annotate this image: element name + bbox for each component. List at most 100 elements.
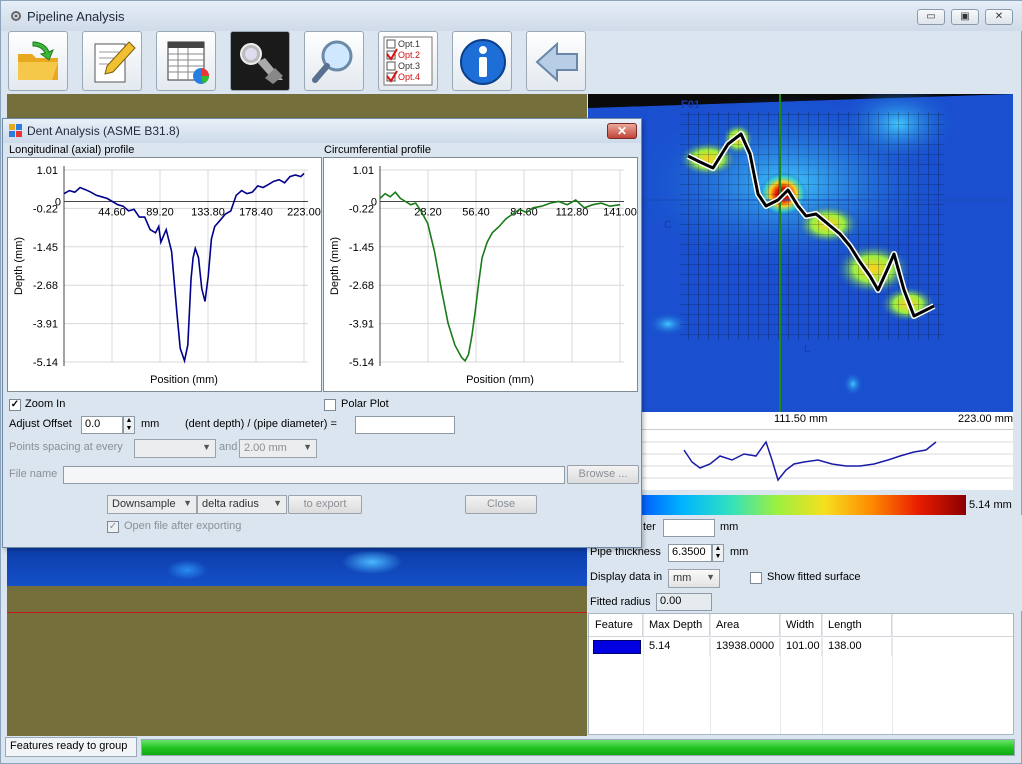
- circ-ytick: -2.68: [349, 280, 374, 292]
- axial-xlabel: Position (mm): [150, 374, 218, 386]
- zoom-button[interactable]: [304, 31, 364, 91]
- display-unit-select[interactable]: mm ▼: [668, 569, 720, 588]
- axial-xtick: 133.80: [191, 207, 225, 219]
- status-text: Features ready to group: [5, 737, 137, 757]
- file-name-input[interactable]: [63, 466, 565, 484]
- analysis-controls: ter mm Pipe thickness 6.3500 ▲ ▼ mm Displ…: [588, 515, 1022, 611]
- colorbar-max-label: 5.14 mm: [969, 499, 1012, 511]
- close-button[interactable]: Close: [465, 495, 537, 514]
- zoom-in-label: Zoom In: [25, 398, 66, 410]
- zoom-in-checkbox[interactable]: ✓: [9, 399, 21, 411]
- dent-heatmap[interactable]: F01 C L: [588, 94, 1013, 412]
- magnifier-icon: [312, 40, 353, 83]
- heatmap-canvas: F01 C L: [588, 94, 1013, 412]
- downsample-select[interactable]: Downsample ▼: [107, 495, 197, 514]
- progress-fill: [142, 740, 1014, 755]
- col-length[interactable]: Length: [822, 614, 892, 636]
- axial-ytick: -3.91: [33, 319, 58, 331]
- feature-color-swatch: [593, 640, 641, 654]
- circ-zero-label: 0: [371, 197, 377, 209]
- options-button[interactable]: Opt.1 Opt.2 Opt.3 Opt.4: [378, 31, 438, 91]
- show-fitted-checkbox[interactable]: [750, 572, 762, 584]
- circ-xtick: 141.00: [603, 207, 637, 219]
- cell-width: 101.00: [780, 638, 822, 656]
- opt3-label: Opt.3: [398, 61, 420, 71]
- info-icon: [460, 39, 506, 85]
- polar-plot-checkbox[interactable]: [324, 399, 336, 411]
- grid-divider: [892, 614, 893, 734]
- edit-pencil-icon: [94, 41, 136, 83]
- axial-xtick: 89.20: [146, 207, 174, 219]
- col-width[interactable]: Width: [780, 614, 822, 636]
- close-window-button[interactable]: ✕: [985, 9, 1013, 25]
- search-all-button[interactable]: [230, 31, 290, 91]
- app-icon: [9, 9, 23, 23]
- grid-divider: [643, 614, 644, 734]
- spacing-value-select[interactable]: 2.00 mm ▼: [239, 439, 317, 458]
- axial-ytick: -5.14: [33, 357, 58, 369]
- export-button[interactable]: to export: [288, 495, 362, 514]
- info-button[interactable]: [452, 31, 512, 91]
- axial-xtick: 44.60: [98, 207, 126, 219]
- thickness-spinner[interactable]: ▲ ▼: [712, 544, 724, 562]
- pipe-reference-line: [7, 612, 587, 613]
- open-file-button[interactable]: [8, 31, 68, 91]
- circ-xlabel: Position (mm): [466, 374, 534, 386]
- chevron-down-icon: ▼: [202, 442, 211, 452]
- delta-radius-value: delta radius: [202, 498, 259, 510]
- diameter-label: ter: [643, 521, 656, 533]
- axial-plot[interactable]: 1.01 -0.22 -1.45 -2.68 -3.91 -5.14 44.60 89.20 1…: [7, 157, 322, 392]
- fitted-radius-field: 0.00: [656, 593, 712, 611]
- depth-colorbar: [588, 495, 966, 515]
- points-spacing-label: Points spacing at every: [9, 441, 123, 453]
- grid-divider: [822, 614, 823, 734]
- downsample-value: Downsample: [112, 498, 176, 510]
- browse-button[interactable]: Browse ...: [567, 465, 639, 484]
- axis-c-label: C: [664, 219, 672, 231]
- open-file-icon: [18, 41, 58, 80]
- and-label: and: [219, 441, 238, 453]
- file-name-label: File name: [9, 468, 58, 480]
- position-ruler: 111.50 mm 223.00 mm: [588, 412, 1013, 430]
- delta-radius-select[interactable]: delta radius ▼: [197, 495, 287, 514]
- col-feature[interactable]: Feature: [589, 614, 643, 636]
- ratio-label: (dent depth) / (pipe diameter) =: [185, 418, 337, 430]
- dialog-close-button[interactable]: ✕: [607, 123, 637, 139]
- diameter-input[interactable]: [663, 519, 715, 537]
- spacing-select[interactable]: ▼: [134, 439, 216, 458]
- thickness-unit: mm: [730, 546, 749, 558]
- options-checklist-icon: Opt.1 Opt.2 Opt.3 Opt.4: [383, 36, 433, 86]
- table-row[interactable]: 5.14 13938.0000 101.00 138.00: [589, 638, 1013, 656]
- spacing-value: 2.00 mm: [244, 442, 287, 454]
- offset-input[interactable]: 0.0: [81, 416, 123, 434]
- minimize-button[interactable]: ▭: [917, 9, 945, 25]
- axial-ytick: -2.68: [33, 280, 58, 292]
- ruler-mid-label: 111.50 mm: [774, 413, 828, 425]
- profile-strip: [588, 430, 1013, 490]
- cell-length: 138.00: [822, 638, 892, 656]
- title-bar: Pipeline Analysis ▭ ▣ ✕: [1, 1, 1022, 31]
- dialog-app-icon: [9, 124, 22, 137]
- report-button[interactable]: [156, 31, 216, 91]
- edit-button[interactable]: [82, 31, 142, 91]
- opt1-label: Opt.1: [398, 39, 420, 49]
- circ-plot-title: Circumferential profile: [324, 144, 431, 156]
- circ-plot[interactable]: 1.01 -0.22 -1.45 -2.68 -3.91 -5.14 28.20 56.40 8…: [323, 157, 638, 392]
- circ-xtick: 56.40: [462, 207, 490, 219]
- pipe-scan-strip: [7, 546, 587, 586]
- display-unit-value: mm: [673, 572, 692, 584]
- feature-label: F01: [681, 99, 700, 111]
- open-after-export-checkbox[interactable]: ✓: [107, 521, 119, 533]
- back-button[interactable]: [526, 31, 586, 91]
- features-table[interactable]: Feature Max Depth Area Width Length 5.14…: [588, 613, 1014, 735]
- axial-plot-title: Longitudinal (axial) profile: [9, 144, 135, 156]
- axis-l-label: L: [804, 343, 810, 355]
- maximize-button[interactable]: ▣: [951, 9, 979, 25]
- col-area[interactable]: Area: [710, 614, 780, 636]
- pipe-thickness-input[interactable]: 6.3500: [668, 544, 712, 562]
- offset-spinner[interactable]: ▲ ▼: [123, 416, 135, 434]
- circ-ylabel: Depth (mm): [329, 237, 341, 295]
- col-max-depth[interactable]: Max Depth: [643, 614, 710, 636]
- dialog-title-bar: Dent Analysis (ASME B31.8) ✕: [3, 119, 641, 143]
- axial-zero-label: 0: [55, 197, 61, 209]
